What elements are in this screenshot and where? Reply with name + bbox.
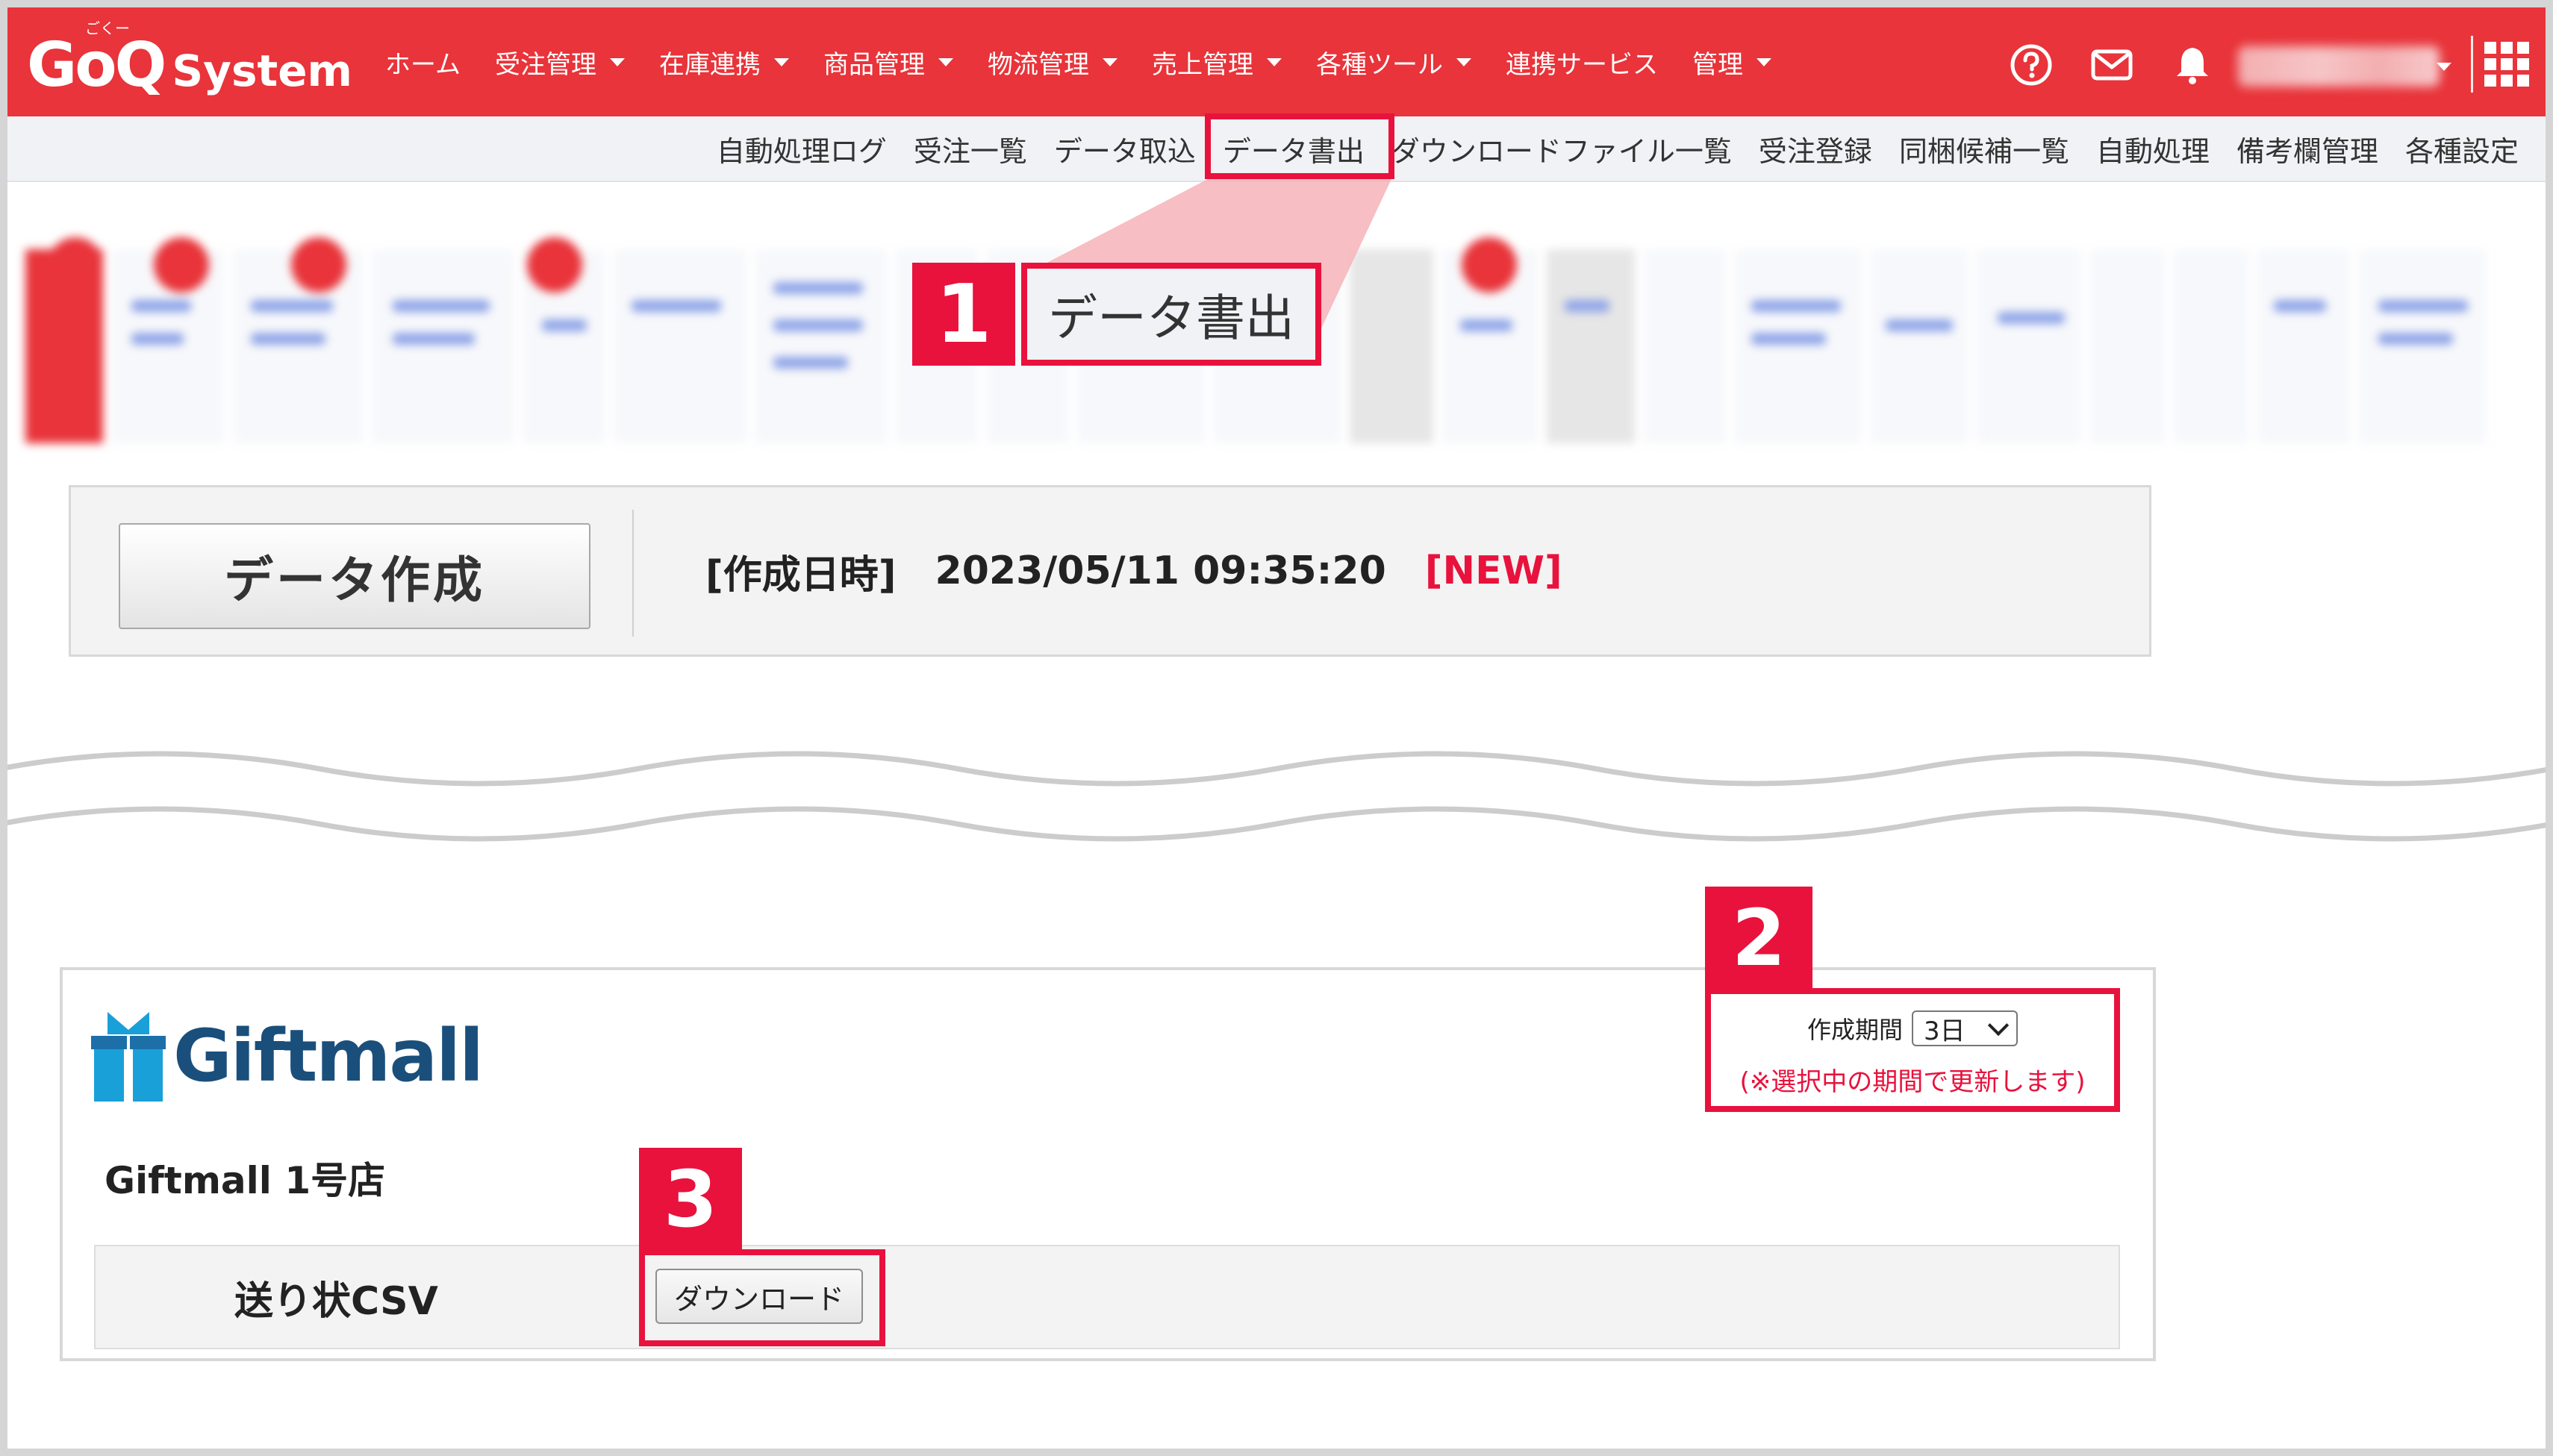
creation-period-box: 作成期間 3日 (※選択中の期間で更新します) bbox=[1705, 988, 2120, 1112]
panel-divider bbox=[632, 510, 634, 637]
period-select[interactable]: 3日 bbox=[1912, 1010, 2018, 1046]
gift-box-icon bbox=[91, 1012, 166, 1102]
period-note: (※選択中の期間で更新します) bbox=[1739, 1067, 2086, 1097]
store-name: Giftmall 1号店 bbox=[105, 1159, 386, 1202]
subnav-remarks-management[interactable]: 備考欄管理 bbox=[2236, 128, 2378, 169]
nav-logistics[interactable]: 物流管理 bbox=[988, 44, 1117, 81]
giftmall-logo-text: Giftmall bbox=[173, 1014, 484, 1098]
goq-system-logo[interactable]: ごくー GoQ System bbox=[27, 19, 352, 101]
new-badge: [NEW] bbox=[1424, 549, 1562, 593]
created-datetime: [作成日時] 2023/05/11 09:35:20 [NEW] bbox=[705, 487, 1562, 654]
chevron-down-icon bbox=[1102, 57, 1117, 66]
nav-tools[interactable]: 各種ツール bbox=[1316, 44, 1471, 81]
created-label: [作成日時] bbox=[705, 552, 897, 598]
data-create-panel: データ作成 [作成日時] 2023/05/11 09:35:20 [NEW] bbox=[69, 485, 2151, 657]
subnav-order-register[interactable]: 受注登録 bbox=[1759, 128, 1872, 169]
user-menu[interactable] bbox=[2238, 46, 2440, 87]
period-label: 作成期間 bbox=[1807, 1016, 1903, 1044]
nav-product-management[interactable]: 商品管理 bbox=[823, 44, 953, 81]
subnav-auto-process[interactable]: 自動処理 bbox=[2096, 128, 2210, 169]
created-value: 2023/05/11 09:35:20 bbox=[935, 549, 1386, 593]
top-navigation-bar: ごくー GoQ System ホーム 受注管理 在庫連携 商品管理 物流管理 売上… bbox=[7, 7, 2546, 116]
period-value: 3日 bbox=[1924, 1016, 1966, 1046]
apps-grid-icon[interactable] bbox=[2481, 39, 2532, 90]
logo-sub-text: System bbox=[172, 46, 352, 96]
nav-home[interactable]: ホーム bbox=[385, 44, 461, 81]
nav-admin[interactable]: 管理 bbox=[1692, 44, 1771, 81]
download-highlight bbox=[639, 1249, 885, 1346]
help-icon[interactable] bbox=[2010, 43, 2053, 87]
mail-icon[interactable] bbox=[2090, 43, 2133, 87]
chevron-down-icon bbox=[1756, 57, 1771, 66]
nav-sales-management[interactable]: 売上管理 bbox=[1152, 44, 1282, 81]
create-data-button[interactable]: データ作成 bbox=[119, 523, 590, 629]
logo-ruby: ごくー bbox=[85, 19, 130, 37]
header-divider bbox=[2471, 36, 2473, 93]
subnav-data-export-highlight bbox=[1205, 113, 1394, 179]
bell-icon[interactable] bbox=[2171, 43, 2214, 87]
callout-2-badge: 2 bbox=[1705, 887, 1812, 990]
chevron-down-icon bbox=[1987, 1014, 2010, 1037]
chevron-down-icon bbox=[1456, 57, 1471, 66]
chevron-down-icon bbox=[1266, 57, 1282, 66]
omission-wave bbox=[0, 751, 2553, 842]
subnav-auto-process-log[interactable]: 自動処理ログ bbox=[717, 128, 887, 169]
main-nav: ホーム 受注管理 在庫連携 商品管理 物流管理 売上管理 各種ツール 連携サービ… bbox=[385, 7, 1806, 116]
nav-order-management[interactable]: 受注管理 bbox=[495, 44, 625, 81]
subnav-settings[interactable]: 各種設定 bbox=[2405, 128, 2519, 169]
giftmall-logo: Giftmall bbox=[91, 1007, 484, 1105]
callout-3-badge: 3 bbox=[639, 1148, 742, 1251]
chevron-down-icon bbox=[609, 57, 625, 66]
chevron-down-icon bbox=[2437, 63, 2451, 71]
subnav-bundle-candidates[interactable]: 同梱候補一覧 bbox=[1899, 128, 2069, 169]
shipping-label-csv-label: 送り状CSV bbox=[234, 1278, 438, 1324]
chevron-down-icon bbox=[938, 57, 953, 66]
nav-inventory-sync[interactable]: 在庫連携 bbox=[659, 44, 789, 81]
subnav-data-import[interactable]: データ取込 bbox=[1054, 128, 1196, 169]
subnav-download-files[interactable]: ダウンロードファイル一覧 bbox=[1391, 128, 1732, 169]
shipping-label-row: 送り状CSV bbox=[94, 1245, 2120, 1349]
callout-1-badge: 1 bbox=[912, 263, 1015, 366]
logo-main-text: GoQ bbox=[27, 30, 166, 101]
chevron-down-icon bbox=[773, 57, 789, 66]
callout-1-label: データ書出 bbox=[1021, 263, 1321, 366]
subnav-order-list[interactable]: 受注一覧 bbox=[914, 128, 1027, 169]
nav-integration-services[interactable]: 連携サービス bbox=[1506, 44, 1658, 81]
